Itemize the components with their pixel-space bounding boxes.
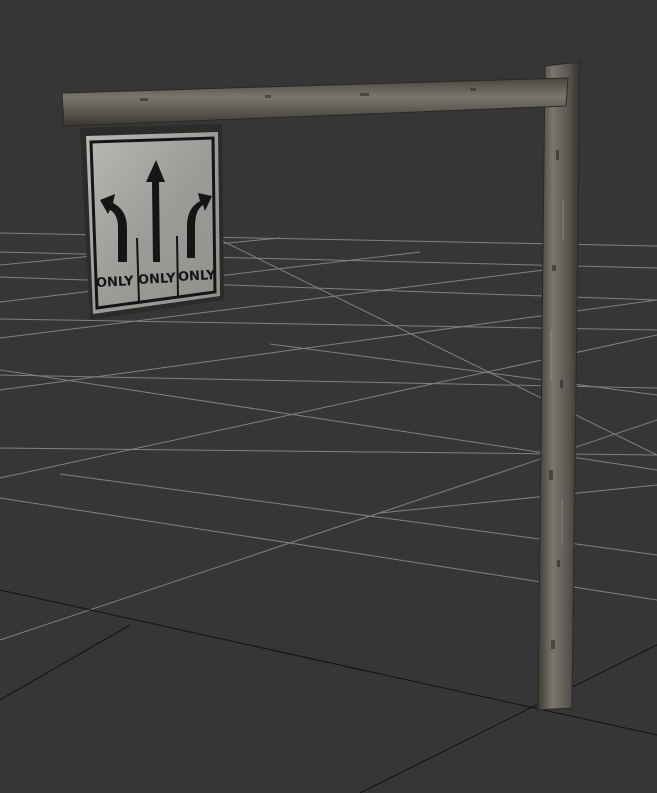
lane-label-left: ONLY: [96, 274, 135, 291]
3d-viewport[interactable]: ONLY ONLY ONLY: [0, 0, 657, 793]
scene-canvas: ONLY ONLY ONLY: [0, 61, 657, 793]
lane-label-right: ONLY: [178, 268, 217, 285]
sign-arm[interactable]: [61, 77, 569, 127]
lane-sign[interactable]: ONLY ONLY ONLY: [80, 124, 224, 320]
lane-label-center: ONLY: [138, 271, 177, 288]
sign-pole[interactable]: [537, 61, 581, 711]
